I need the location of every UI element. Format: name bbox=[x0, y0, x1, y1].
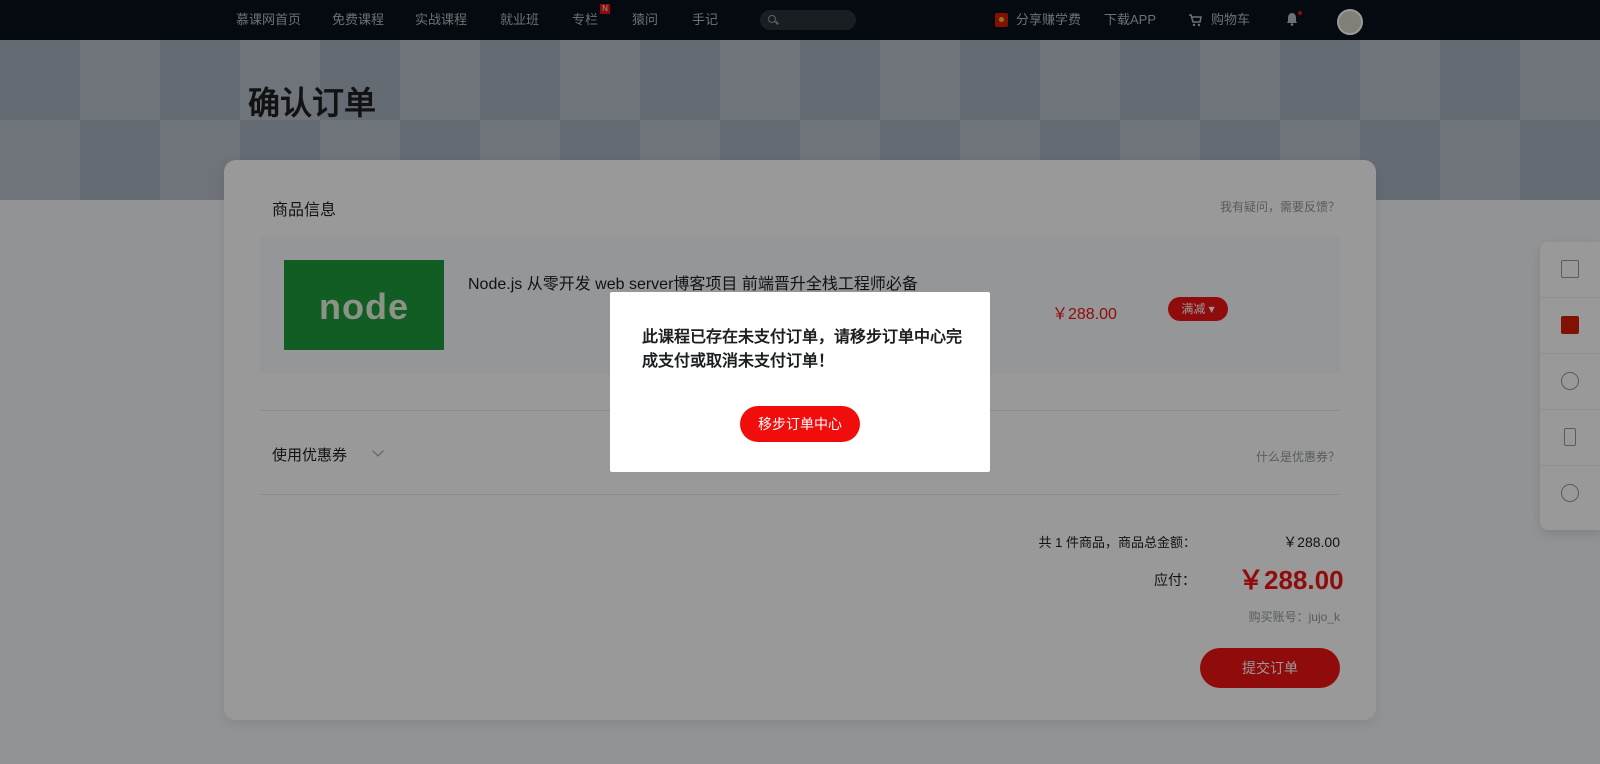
dialog-message: 此课程已存在未支付订单，请移步订单中心完成支付或取消未支付订单！ bbox=[642, 329, 963, 370]
unpaid-order-dialog: 此课程已存在未支付订单，请移步订单中心完成支付或取消未支付订单！ 移步订单中心 bbox=[610, 292, 990, 472]
go-to-order-center-button[interactable]: 移步订单中心 bbox=[740, 406, 860, 442]
